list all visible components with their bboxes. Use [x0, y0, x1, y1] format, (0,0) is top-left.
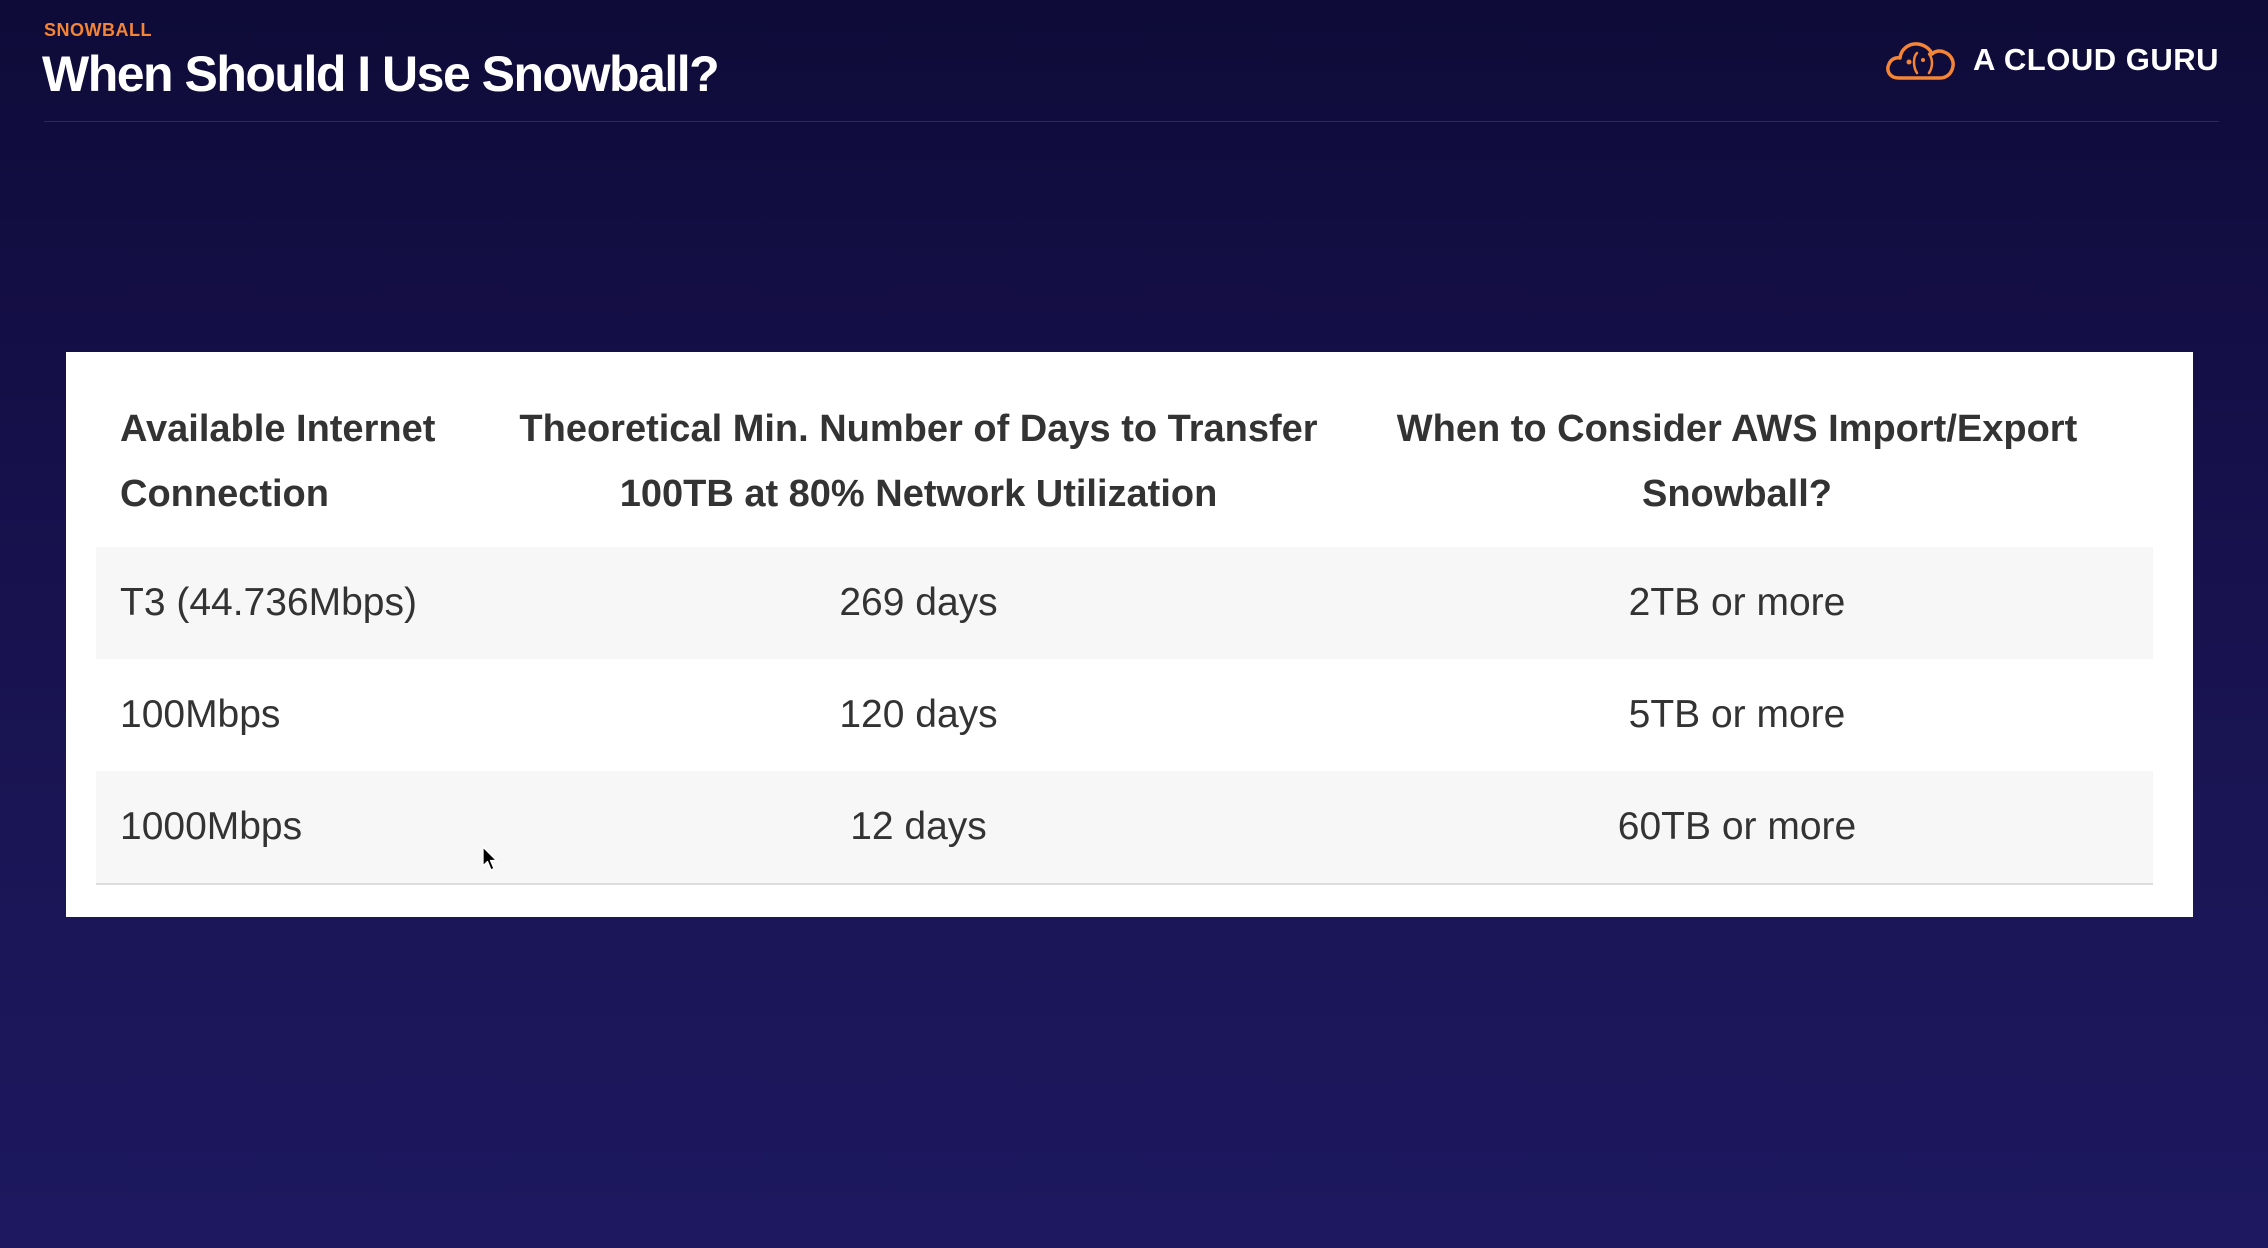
column-header-connection: Available Internet Connection [120, 407, 436, 515]
cell-days: 12 days [516, 771, 1321, 885]
brand-logo: A CLOUD GURU [1883, 30, 2219, 90]
column-header-consider-snowball: When to Consider AWS Import/Export Snowb… [1396, 407, 2078, 515]
table-row: 100Mbps 120 days 5TB or more [96, 659, 2153, 771]
cell-threshold: 2TB or more [1321, 547, 2153, 659]
snowball-comparison-table: Available Internet Connection Theoretica… [96, 376, 2153, 885]
table-row: 1000Mbps 12 days 60TB or more [96, 771, 2153, 885]
table-header-row: Available Internet Connection Theoretica… [96, 376, 2153, 547]
cell-connection: 100Mbps [120, 693, 281, 736]
column-header-transfer-days: Theoretical Min. Number of Days to Trans… [519, 407, 1318, 515]
cloud-logo-icon [1883, 37, 1959, 83]
page-title: When Should I Use Snowball? [42, 46, 720, 102]
cell-threshold: 60TB or more [1321, 771, 2153, 885]
table-row: T3 (44.736Mbps) 269 days 2TB or more [96, 547, 2153, 659]
cell-connection: T3 (44.736Mbps) [96, 547, 516, 659]
comparison-card: Available Internet Connection Theoretica… [66, 352, 2193, 917]
mouse-pointer-icon [482, 846, 498, 872]
cell-days: 120 days [839, 693, 998, 736]
section-label: SNOWBALL [44, 20, 152, 40]
cell-threshold: 5TB or more [1628, 693, 1846, 736]
brand-name: A CLOUD GURU [1973, 42, 2219, 77]
header-divider [44, 121, 2219, 122]
cell-connection: 1000Mbps [96, 771, 516, 885]
cell-days: 269 days [516, 547, 1321, 659]
